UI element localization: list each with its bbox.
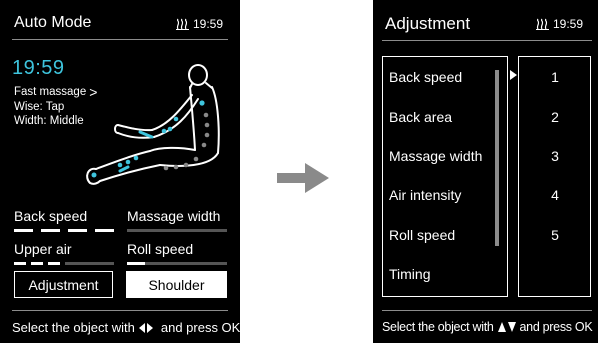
width-text: Width: Middle [14,115,84,127]
right-arrow-icon [277,163,329,193]
footer-divider [12,310,228,311]
menu-panel: Back speed Back area Massage width Air i… [382,56,508,297]
clock-text: 19:59 [193,17,224,31]
footer-prefix: Select the object with [12,320,135,335]
option-label-roll-speed: Roll speed [127,241,194,257]
option-label-back-speed: Back speed [14,208,88,224]
footer-divider [382,310,592,311]
roll-speed-level-bar[interactable] [127,262,227,265]
footer-suffix: and press OK [160,320,240,335]
value-option-4[interactable]: 4 [519,187,591,203]
screen-title: Adjustment [385,14,471,33]
values-panel: 1 2 3 4 5 [518,56,591,297]
remaining-time: 19:59 [12,57,65,79]
left-right-arrows-icon [138,322,153,333]
value-option-1[interactable]: 1 [519,69,591,85]
program-name: Fast massage [14,86,87,98]
option-label-massage-width: Massage width [127,208,221,224]
massage-width-level-bar[interactable] [127,229,227,232]
up-down-arrows-icon [497,322,516,332]
menu-item-timing[interactable]: Timing [389,266,431,282]
adjustment-screen: Adjustment 19:59 Back speed Back area Ma… [373,0,598,343]
screen-title: Auto Mode [14,14,92,31]
heat-icon [536,18,549,30]
heat-icon [176,18,189,30]
menu-item-back-area[interactable]: Back area [389,109,452,125]
option-label-upper-air: Upper air [14,241,72,257]
header-divider [382,40,592,41]
menu-item-back-speed[interactable]: Back speed [389,69,462,85]
menu-item-air-intensity[interactable]: Air intensity [389,187,461,203]
footer-hint: Select the object with and press OK [382,320,593,334]
selection-arrow-icon [510,70,517,80]
back-speed-level-bar[interactable] [14,229,114,232]
wise-text: Wise: Tap [14,101,65,113]
massage-chair-figure [86,64,220,185]
footer-suffix: and press OK [519,320,593,334]
clock-text: 19:59 [553,17,584,31]
menu-item-massage-width[interactable]: Massage width [389,148,482,164]
menu-item-roll-speed[interactable]: Roll speed [389,227,455,243]
menu-scrollbar[interactable] [495,70,499,246]
value-option-5[interactable]: 5 [519,227,591,243]
adjustment-button[interactable]: Adjustment [14,271,113,298]
upper-air-level-bar[interactable] [14,262,114,265]
value-option-3[interactable]: 3 [519,148,591,164]
status-clock: 19:59 [176,17,223,31]
status-clock: 19:59 [536,17,583,31]
footer-prefix: Select the object with [382,320,494,334]
shoulder-button[interactable]: Shoulder [126,271,227,298]
auto-mode-screen: Auto Mode 19:59 19:59 Fast massage > Wis… [0,0,240,343]
header-divider [12,39,228,40]
value-option-2[interactable]: 2 [519,109,591,125]
footer-hint: Select the object with and press OK [12,320,240,335]
